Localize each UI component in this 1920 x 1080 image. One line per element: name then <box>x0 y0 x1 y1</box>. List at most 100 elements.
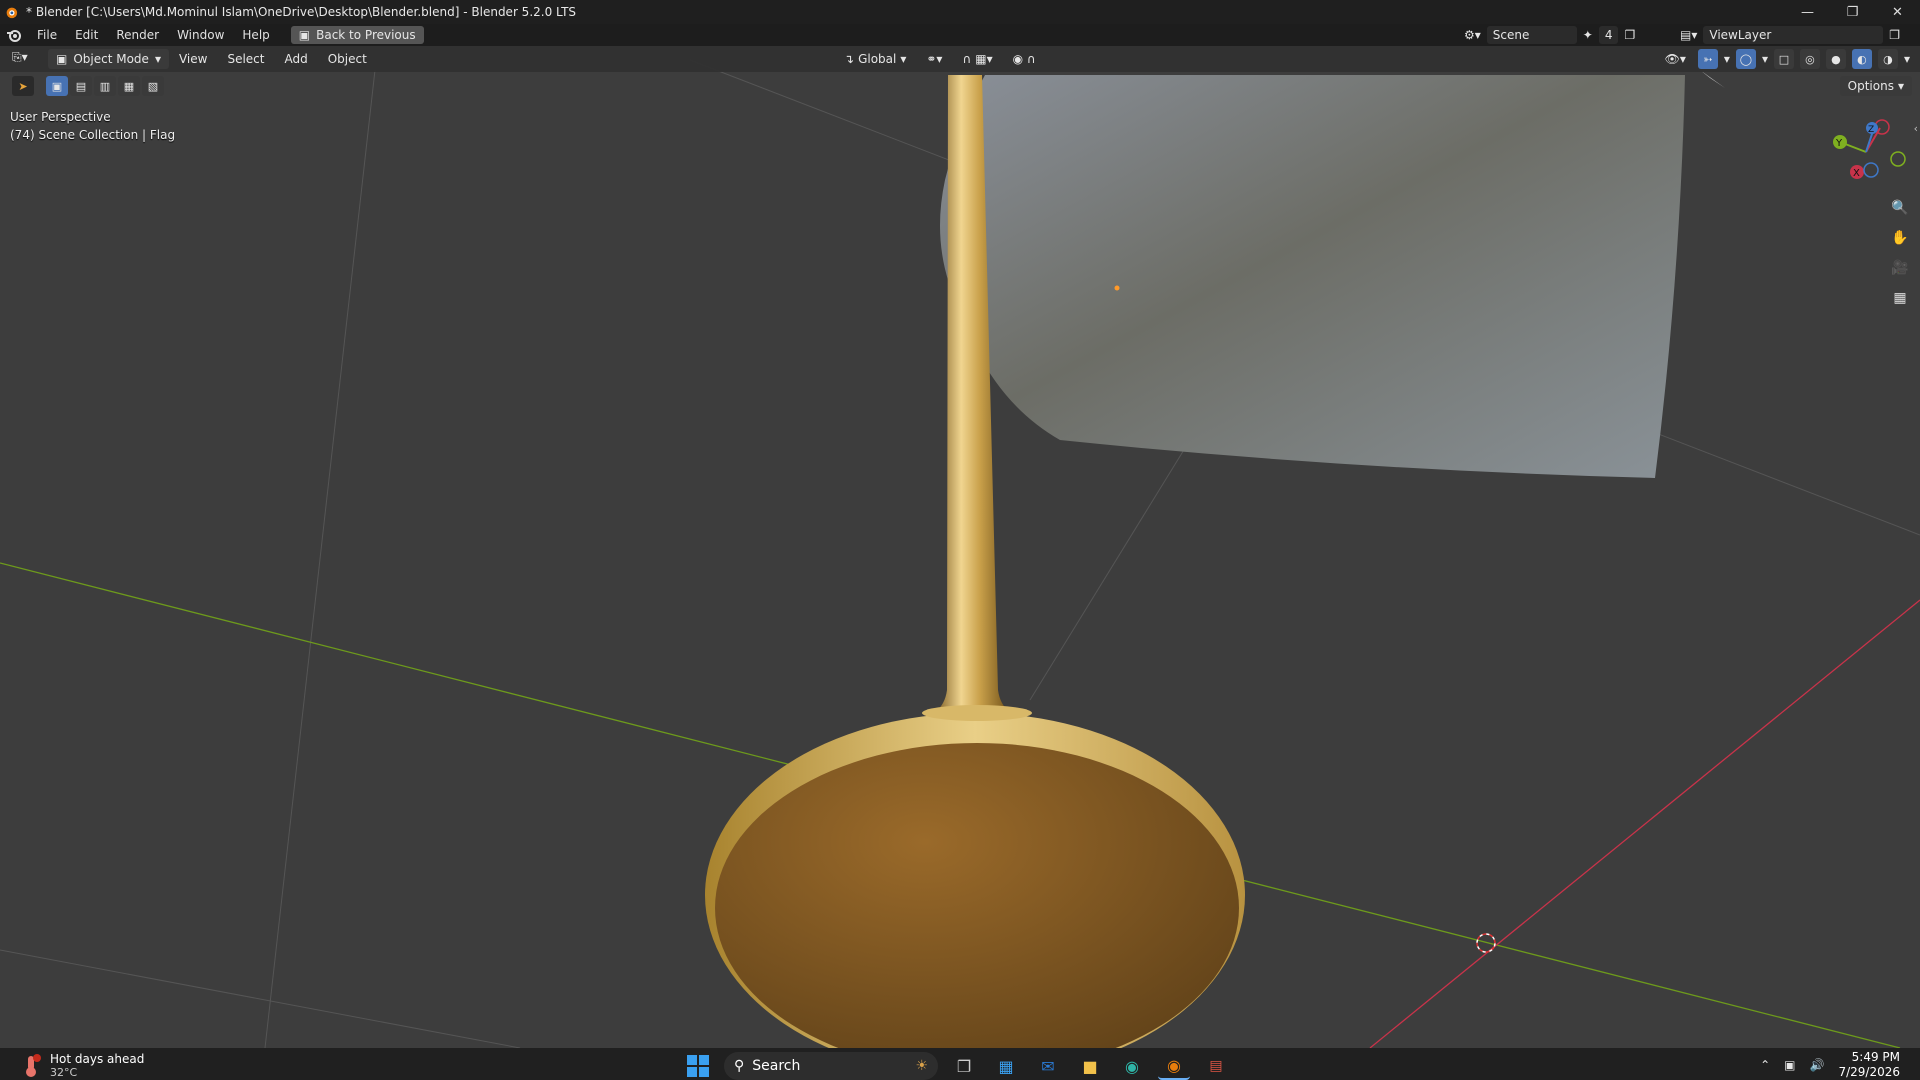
viewport-header: ⎘▾ ▣ Object Mode ▾ View Select Add Objec… <box>0 46 1920 72</box>
xray-toggle[interactable]: □ <box>1773 49 1794 69</box>
pin-icon[interactable]: ✦ <box>1583 28 1593 42</box>
viewport-menu-object[interactable]: Object <box>318 52 377 66</box>
chevron-up-icon[interactable]: ⌃ <box>1760 1058 1770 1072</box>
weather-title: Hot days ahead <box>50 1052 145 1066</box>
select-tool-button[interactable]: ➤ <box>12 76 34 96</box>
minimize-button[interactable]: — <box>1785 0 1830 24</box>
weather-widget[interactable]: Hot days ahead 32°C <box>20 1052 144 1079</box>
select-intersect-icon: ▧ <box>147 79 159 93</box>
chevron-down-icon: ▾ <box>154 52 161 66</box>
camera-view-icon[interactable]: 🎥 <box>1888 256 1912 280</box>
volume-icon[interactable]: 🔊 <box>1810 1058 1825 1072</box>
rendered-icon: ◑ <box>1883 52 1893 66</box>
gizmo-y-label: Y <box>1835 138 1843 149</box>
magnet-icon: ∩ <box>962 52 972 66</box>
options-dropdown[interactable]: Options ▾ <box>1839 76 1912 96</box>
menu-edit[interactable]: Edit <box>66 28 107 42</box>
task-view-button[interactable]: ❐ <box>948 1052 980 1080</box>
view-layer-icon[interactable]: ▤▾ <box>1680 28 1697 42</box>
screen-icon: ▣ <box>298 28 311 42</box>
ortho-grid-icon[interactable]: ▦ <box>1888 286 1912 310</box>
taskbar-search[interactable]: ⚲ Search ☀ <box>724 1052 938 1080</box>
file-explorer-app[interactable]: ■ <box>1074 1052 1106 1080</box>
sidebar-toggle-icon[interactable]: ‹ <box>1914 122 1918 135</box>
viewport-menu-view[interactable]: View <box>169 52 217 66</box>
window-titlebar: * Blender [C:\Users\Md.Mominul Islam\One… <box>0 0 1920 24</box>
chevron-down-icon: ▾ <box>1897 79 1904 93</box>
clock-time: 5:49 PM <box>1851 1050 1900 1064</box>
viewport-3d[interactable]: Y X Z <box>0 0 1920 1080</box>
snap-toggle[interactable]: ∩ ▦▾ <box>956 49 998 69</box>
transform-orientation-label: Global <box>858 52 897 66</box>
transform-controls: ↴ Global ▾ ⚭▾ ∩ ▦▾ ◉ ∩ <box>838 49 1042 69</box>
select-tool-row: ➤ ▣ ▤ ▥ ▦ ▧ <box>12 76 164 96</box>
store-app[interactable]: ▦ <box>990 1052 1022 1080</box>
wireframe-shading-button[interactable]: ◎ <box>1799 49 1820 69</box>
view-layer-field[interactable]: ViewLayer <box>1703 26 1884 44</box>
edge-app[interactable]: ◉ <box>1116 1052 1148 1080</box>
clock-date: 7/29/2026 <box>1838 1065 1900 1079</box>
clock[interactable]: 5:49 PM 7/29/2026 <box>1838 1050 1900 1080</box>
proportional-icon: ◉ ∩ <box>1012 52 1036 66</box>
snap-target-icon: ▦▾ <box>975 52 993 66</box>
pan-hand-icon[interactable]: ✋ <box>1888 226 1912 250</box>
outlook-app[interactable]: ✉ <box>1032 1052 1064 1080</box>
proportional-edit-toggle[interactable]: ◉ ∩ <box>1007 49 1042 69</box>
select-extend-button[interactable]: ▤ <box>70 76 92 96</box>
folder-icon: ■ <box>1082 1056 1098 1076</box>
start-button[interactable] <box>682 1052 714 1080</box>
object-mode-label: Object Mode <box>73 52 149 66</box>
select-subtract-button[interactable]: ▥ <box>94 76 116 96</box>
maximize-button[interactable]: ❐ <box>1830 0 1875 24</box>
material-shading-button[interactable]: ◐ <box>1851 49 1872 69</box>
network-icon[interactable]: ▣ <box>1784 1058 1795 1072</box>
scene-name-field[interactable]: Scene <box>1486 26 1577 44</box>
select-invert-button[interactable]: ▦ <box>118 76 140 96</box>
select-new-icon: ▣ <box>51 79 63 93</box>
new-scene-icon[interactable]: ❐ <box>1624 28 1635 42</box>
select-subtract-icon: ▥ <box>99 79 111 93</box>
viewport-menu-add[interactable]: Add <box>274 52 317 66</box>
blender-app[interactable]: ◉ <box>1158 1052 1190 1080</box>
perspective-label: User Perspective <box>10 110 111 124</box>
object-mode-icon: ▣ <box>56 52 68 66</box>
flag-cloth <box>940 75 1685 478</box>
thermometer-icon <box>26 1053 41 1077</box>
rendered-shading-button[interactable]: ◑ <box>1877 49 1898 69</box>
zoom-icon[interactable]: 🔍 <box>1888 196 1912 220</box>
overlays-toggle[interactable]: ◯ <box>1735 49 1756 69</box>
search-placeholder: Search <box>752 1058 801 1074</box>
scene-selector: ⚙▾ Scene ✦ 4 ❐ <box>1464 26 1664 44</box>
pivot-point-dropdown[interactable]: ⚭▾ <box>920 49 948 69</box>
calendar-app[interactable]: ▤ <box>1200 1052 1232 1080</box>
back-to-previous-button[interactable]: ▣ Back to Previous <box>290 26 424 44</box>
weather-temp: 32°C <box>50 1066 78 1079</box>
menu-window[interactable]: Window <box>168 28 233 42</box>
xray-icon: □ <box>1778 52 1790 66</box>
viewport-navigation: 🔍 ✋ 🎥 ▦ <box>1888 196 1912 310</box>
chevron-down-icon: ▾ <box>900 52 907 66</box>
menu-help[interactable]: Help <box>233 28 278 42</box>
viewport-menu-select[interactable]: Select <box>217 52 274 66</box>
gizmo-icon: ➳ <box>1703 52 1713 66</box>
select-intersect-button[interactable]: ▧ <box>142 76 164 96</box>
chevron-down-icon[interactable]: ▾ <box>1762 52 1768 66</box>
transform-orientation-dropdown[interactable]: ↴ Global ▾ <box>838 49 912 69</box>
new-view-layer-icon[interactable]: ❐ <box>1889 28 1900 42</box>
viewport-info-overlay: User Perspective (74) Scene Collection |… <box>10 108 175 144</box>
search-icon: ⚲ <box>734 1058 745 1074</box>
close-button[interactable]: ✕ <box>1875 0 1920 24</box>
blender-menu-icon[interactable] <box>6 27 22 43</box>
eye-icon: 👁▾ <box>1664 52 1686 66</box>
menu-file[interactable]: File <box>28 28 66 42</box>
object-mode-dropdown[interactable]: ▣ Object Mode ▾ <box>48 49 169 69</box>
chevron-down-icon[interactable]: ▾ <box>1724 52 1730 66</box>
menu-render[interactable]: Render <box>107 28 168 42</box>
chevron-down-icon[interactable]: ▾ <box>1904 52 1910 66</box>
solid-shading-button[interactable]: ● <box>1825 49 1846 69</box>
select-new-button[interactable]: ▣ <box>46 76 68 96</box>
gizmo-toggle[interactable]: ➳ <box>1697 49 1718 69</box>
editor-type-icon[interactable]: ⎘▾ <box>12 50 28 65</box>
visibility-dropdown[interactable]: 👁▾ <box>1659 49 1692 69</box>
scene-icon[interactable]: ⚙▾ <box>1464 28 1481 42</box>
